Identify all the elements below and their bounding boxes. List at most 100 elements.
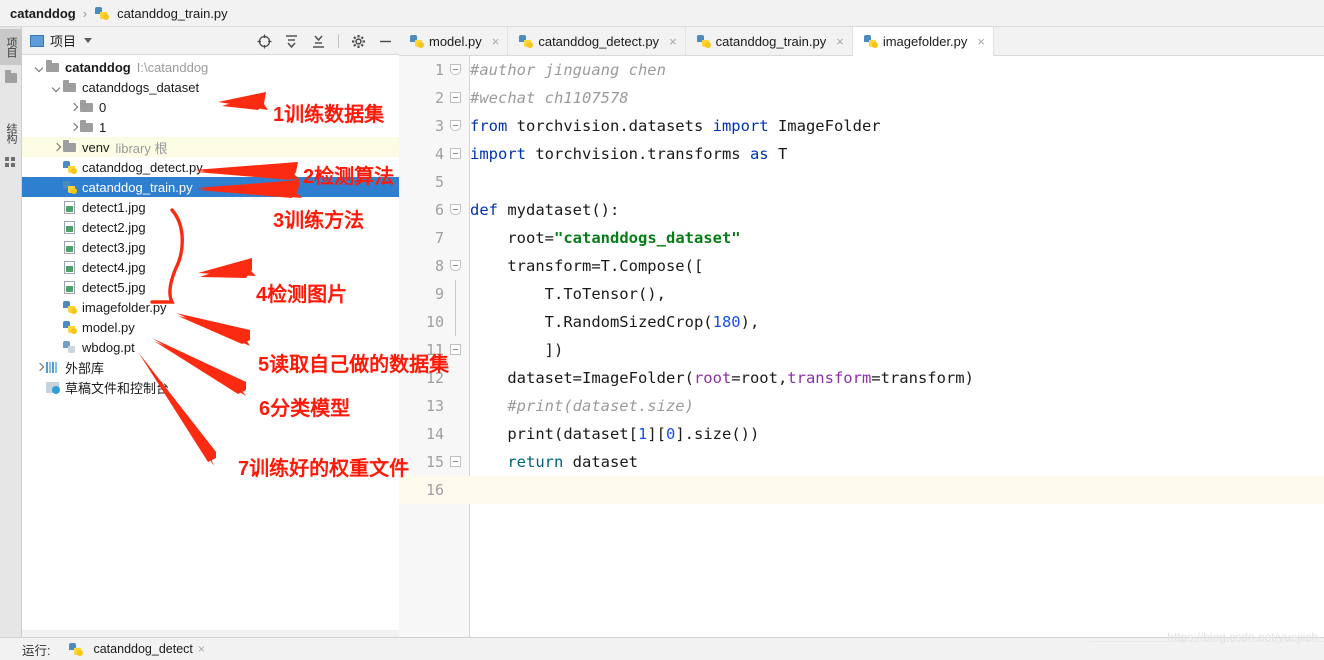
annotation-label: 7训练好的权重文件 [238, 458, 410, 480]
tree-row-label: wbdog.pt [82, 339, 135, 355]
tree-row-label: detect5.jpg [82, 279, 146, 295]
chevron-down-icon[interactable] [51, 82, 62, 93]
code-line[interactable]: 1 #author jinguang chen [399, 56, 1324, 84]
code-line[interactable]: 9 T.ToTensor(), [399, 280, 1324, 308]
code-line[interactable]: 13 #print(dataset.size) [399, 392, 1324, 420]
line-number: 16 [425, 481, 444, 499]
project-tree[interactable]: catanddog I:\catanddog catanddogs_dataset 0… [22, 55, 399, 637]
editor-tab-label: catanddog_detect.py [538, 33, 660, 49]
fold-marker[interactable] [444, 280, 470, 308]
fold-marker[interactable] [444, 252, 470, 280]
line-number: 13 [425, 397, 444, 415]
tree-row[interactable]: detect4.jpg [22, 257, 399, 277]
chevron-down-icon[interactable] [34, 62, 45, 73]
code-line[interactable]: 7 root="catanddogs_dataset" [399, 224, 1324, 252]
code-line[interactable]: 14 print(dataset[1][0].size()) [399, 420, 1324, 448]
python-file-icon [62, 320, 78, 334]
line-number: 8 [434, 257, 444, 275]
code-text: #wechat ch1107578 [470, 89, 629, 107]
tree-row-label: detect4.jpg [82, 259, 146, 275]
tree-row[interactable]: detect3.jpg [22, 237, 399, 257]
code-lines[interactable]: 1 #author jinguang chen 2 #wechat ch1107578… [399, 56, 1324, 637]
fold-marker[interactable] [444, 224, 470, 252]
breadcrumb-separator: › [82, 5, 88, 21]
line-number: 1 [434, 61, 444, 79]
editor-tab-bar[interactable]: model.py × catanddog_detect.py × catanddog_t… [399, 27, 1324, 56]
code-token: =transform) [871, 369, 974, 387]
code-line[interactable]: 12 dataset=ImageFolder(root=root,transfo… [399, 364, 1324, 392]
python-file-icon [62, 160, 78, 174]
chevron-right-icon[interactable] [34, 362, 45, 373]
close-icon[interactable]: × [836, 34, 844, 49]
breadcrumb-file[interactable]: catanddog_train.py [117, 6, 228, 21]
collapse-all-icon[interactable] [311, 34, 326, 49]
fold-marker[interactable] [444, 448, 470, 476]
breadcrumb-root[interactable]: catanddog [10, 6, 76, 21]
fold-marker[interactable] [444, 168, 470, 196]
editor-tab[interactable]: catanddog_train.py × [686, 27, 853, 55]
fold-marker[interactable] [444, 476, 470, 504]
close-icon[interactable]: × [977, 34, 985, 49]
editor-area: model.py × catanddog_detect.py × catanddog_t… [399, 27, 1324, 637]
fold-marker[interactable] [444, 392, 470, 420]
code-line[interactable]: 11 ]) [399, 336, 1324, 364]
code-editor[interactable]: 1 #author jinguang chen 2 #wechat ch1107578… [399, 56, 1324, 637]
library-icon [45, 360, 61, 374]
run-configuration-tab[interactable]: catanddog_detect × [68, 642, 205, 656]
gear-icon[interactable] [351, 34, 366, 49]
code-token: 0 [666, 425, 676, 443]
line-number: 14 [425, 425, 444, 443]
code-line[interactable]: 3 from torchvision.datasets import ImageF… [399, 112, 1324, 140]
code-line[interactable]: 2 #wechat ch1107578 [399, 84, 1324, 112]
editor-tab[interactable]: catanddog_detect.py × [508, 27, 686, 55]
tool-button-project[interactable]: 项目 [0, 29, 22, 65]
code-token: 180 [712, 313, 741, 331]
pt-file-icon [62, 340, 78, 354]
chevron-down-icon[interactable] [84, 38, 93, 43]
code-line[interactable]: 6 def mydataset(): [399, 196, 1324, 224]
locate-target-icon[interactable] [257, 34, 272, 49]
tree-row-label: detect3.jpg [82, 239, 146, 255]
code-token: #print(dataset.size) [470, 397, 694, 415]
tree-row[interactable]: catanddog I:\catanddog [22, 57, 399, 77]
code-line[interactable]: 4 import torchvision.transforms as T [399, 140, 1324, 168]
code-text: ]) [470, 341, 564, 359]
folder-icon[interactable] [5, 70, 17, 83]
chevron-right-icon[interactable] [51, 142, 62, 153]
code-text: transform=T.Compose([ [470, 257, 703, 275]
tree-row[interactable]: venv library 根 [22, 137, 399, 157]
fold-marker[interactable] [444, 140, 470, 168]
close-icon[interactable]: × [669, 34, 677, 49]
image-file-icon [62, 260, 78, 274]
code-line[interactable]: 10 T.RandomSizedCrop(180), [399, 308, 1324, 336]
minimize-icon[interactable] [378, 34, 393, 49]
expand-all-icon[interactable] [284, 34, 299, 49]
tree-row-label: 0 [99, 99, 107, 115]
chevron-right-icon[interactable] [68, 102, 79, 113]
fold-marker[interactable] [444, 308, 470, 336]
tree-row-label: 1 [99, 119, 107, 135]
editor-tab[interactable]: imagefolder.py × [852, 27, 994, 56]
fold-marker[interactable] [444, 84, 470, 112]
code-line[interactable]: 16 [399, 476, 1324, 504]
folder-icon [45, 60, 61, 74]
grid-icon[interactable] [5, 157, 17, 167]
code-line[interactable]: 15 return dataset [399, 448, 1324, 476]
editor-tab[interactable]: model.py × [399, 27, 509, 55]
tree-row-label: catanddog_detect.py [82, 159, 203, 175]
fold-marker[interactable] [444, 56, 470, 84]
chevron-right-icon[interactable] [68, 122, 79, 133]
tree-row[interactable]: model.py [22, 317, 399, 337]
fold-marker[interactable] [444, 420, 470, 448]
tree-row[interactable]: catanddogs_dataset [22, 77, 399, 97]
close-icon[interactable]: × [492, 34, 500, 49]
breadcrumb: catanddog › catanddog_train.py [0, 0, 1324, 27]
fold-marker[interactable] [444, 112, 470, 140]
tree-row-label: catanddog_train.py [82, 179, 193, 195]
close-icon[interactable]: × [198, 642, 205, 656]
code-line[interactable]: 8 transform=T.Compose([ [399, 252, 1324, 280]
tool-button-structure[interactable]: 结构 [0, 115, 22, 151]
fold-marker[interactable] [444, 196, 470, 224]
code-line[interactable]: 5 [399, 168, 1324, 196]
